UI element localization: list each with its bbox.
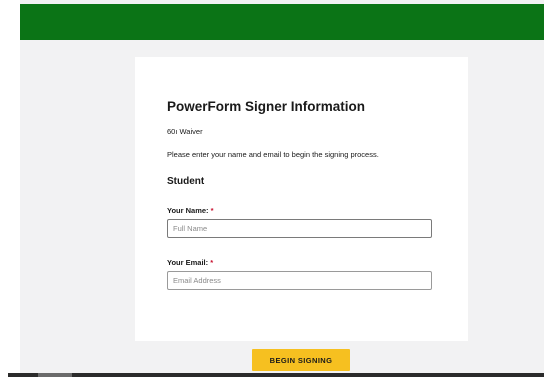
name-input[interactable]: [167, 219, 432, 238]
name-field-label: Your Name: *: [167, 206, 214, 215]
email-required-marker: *: [210, 258, 214, 267]
name-label-text: Your Name:: [167, 206, 209, 215]
header-bar: [20, 4, 544, 40]
role-section-title: Student: [167, 176, 205, 187]
email-label-text: Your Email:: [167, 258, 209, 267]
page-title: PowerForm Signer Information: [167, 99, 366, 114]
instructions-text: Please enter your name and email to begi…: [167, 150, 379, 159]
document-name: 60ı Waiver: [167, 127, 203, 136]
begin-signing-button[interactable]: BEGIN SIGNING: [252, 349, 350, 371]
name-required-marker: *: [210, 206, 214, 215]
email-input[interactable]: [167, 271, 432, 290]
email-field-label: Your Email: *: [167, 258, 213, 267]
bottom-bar: [8, 373, 544, 377]
signer-info-card: PowerForm Signer Information 60ı Waiver …: [135, 57, 468, 341]
left-margin: [0, 0, 20, 377]
bottom-bar-segment: [38, 373, 72, 377]
